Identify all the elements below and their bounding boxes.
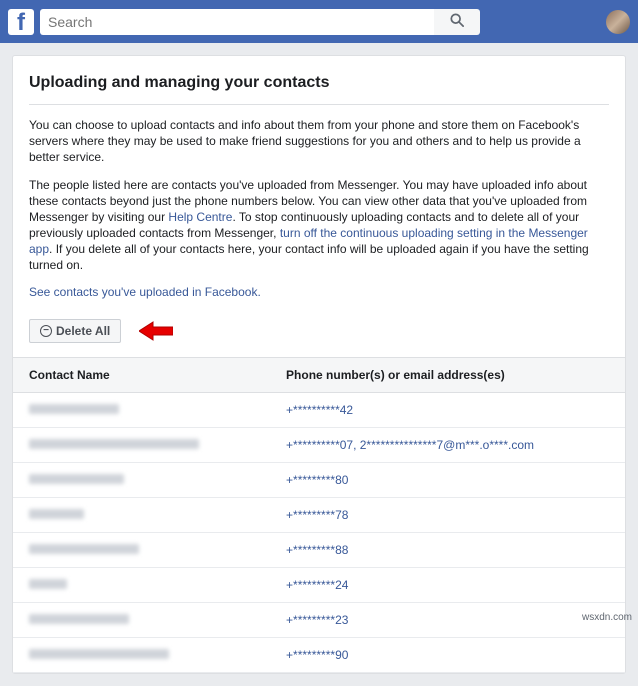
search-icon bbox=[450, 13, 464, 30]
content-card: Uploading and managing your contacts You… bbox=[12, 55, 626, 674]
text: . If you delete all of your contacts her… bbox=[29, 242, 589, 272]
see-uploaded-contacts-link[interactable]: See contacts you've uploaded in Facebook… bbox=[29, 277, 261, 313]
redacted-name bbox=[29, 649, 169, 659]
redacted-name bbox=[29, 544, 139, 554]
contact-name-cell bbox=[13, 463, 270, 498]
contact-name-cell bbox=[13, 638, 270, 673]
col-header-name: Contact Name bbox=[13, 358, 270, 393]
delete-all-button[interactable]: − Delete All bbox=[29, 319, 121, 343]
redacted-name bbox=[29, 474, 124, 484]
contact-name-cell bbox=[13, 428, 270, 463]
redacted-name bbox=[29, 614, 129, 624]
avatar[interactable] bbox=[606, 10, 630, 34]
table-row: +**********42 bbox=[13, 393, 625, 428]
facebook-logo[interactable]: f bbox=[8, 9, 34, 35]
col-header-phone: Phone number(s) or email address(es) bbox=[270, 358, 625, 393]
help-centre-link[interactable]: Help Centre bbox=[168, 210, 232, 224]
table-row: +*********78 bbox=[13, 498, 625, 533]
top-nav: f bbox=[0, 0, 638, 43]
search-input[interactable] bbox=[40, 9, 434, 35]
table-row: +**********07, 2***************7@m***.o*… bbox=[13, 428, 625, 463]
minus-circle-icon: − bbox=[40, 325, 52, 337]
table-row: +*********90 bbox=[13, 638, 625, 673]
watermark: wsxdn.com bbox=[582, 612, 632, 623]
redacted-name bbox=[29, 579, 67, 589]
table-row: +*********23 bbox=[13, 603, 625, 638]
contact-phone-cell: +**********07, 2***************7@m***.o*… bbox=[270, 428, 625, 463]
arrow-left-icon bbox=[139, 320, 173, 342]
contact-phone-cell: +*********24 bbox=[270, 568, 625, 603]
contact-phone-cell: +*********80 bbox=[270, 463, 625, 498]
redacted-name bbox=[29, 404, 119, 414]
page-title: Uploading and managing your contacts bbox=[29, 68, 609, 105]
contact-phone-cell: +*********23 bbox=[270, 603, 625, 638]
delete-all-label: Delete All bbox=[56, 324, 110, 338]
contact-name-cell bbox=[13, 498, 270, 533]
redacted-name bbox=[29, 509, 84, 519]
search-wrap bbox=[40, 9, 480, 35]
actions-row: − Delete All bbox=[29, 313, 609, 357]
search-button[interactable] bbox=[434, 9, 480, 35]
table-row: +*********24 bbox=[13, 568, 625, 603]
table-row: +*********88 bbox=[13, 533, 625, 568]
contact-name-cell bbox=[13, 603, 270, 638]
contacts-table: Contact Name Phone number(s) or email ad… bbox=[13, 357, 625, 673]
contact-name-cell bbox=[13, 568, 270, 603]
table-row: +*********80 bbox=[13, 463, 625, 498]
intro-paragraph-2: The people listed here are contacts you'… bbox=[29, 169, 609, 277]
redacted-name bbox=[29, 439, 199, 449]
intro-paragraph-1: You can choose to upload contacts and in… bbox=[29, 105, 609, 169]
contact-phone-cell: +**********42 bbox=[270, 393, 625, 428]
contact-name-cell bbox=[13, 393, 270, 428]
contact-phone-cell: +*********78 bbox=[270, 498, 625, 533]
contact-name-cell bbox=[13, 533, 270, 568]
contact-phone-cell: +*********90 bbox=[270, 638, 625, 673]
contact-phone-cell: +*********88 bbox=[270, 533, 625, 568]
